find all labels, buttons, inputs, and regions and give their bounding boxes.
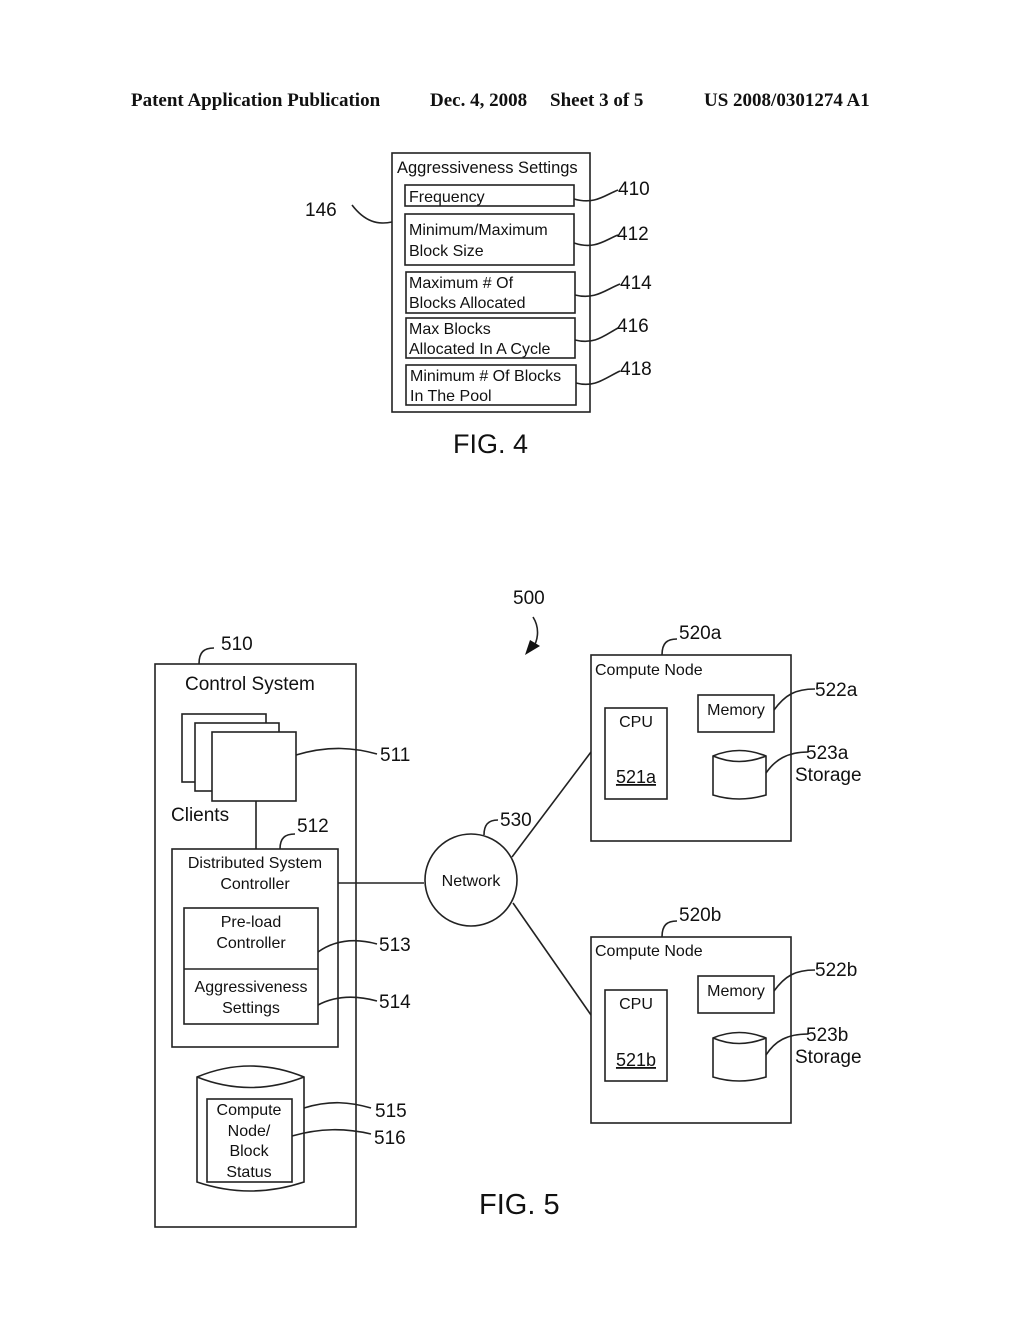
setting-min-blocks-pool-line2: In The Pool <box>410 388 492 405</box>
ref-512: 512 <box>297 816 329 837</box>
dsc-line1: Distributed System <box>188 855 322 872</box>
setting-frequency-label: Frequency <box>409 189 485 206</box>
ref-520b: 520b <box>679 905 721 926</box>
ref-522a: 522a <box>815 680 858 701</box>
fig5-caption: FIG. 5 <box>479 1189 560 1221</box>
status-line3: Block <box>229 1143 269 1160</box>
ref-418: 418 <box>620 359 652 380</box>
patent-drawing: Aggressiveness Settings 146 Frequency 41… <box>154 152 862 1228</box>
ref-520a: 520a <box>679 623 722 644</box>
network-link-node-a <box>511 751 592 858</box>
ref-523b: 523b <box>806 1025 848 1046</box>
compute-node-b-title: Compute Node <box>595 943 703 960</box>
ref-516: 516 <box>374 1128 406 1149</box>
setting-block-size-line2: Block Size <box>409 243 484 260</box>
network-label: Network <box>442 873 502 890</box>
leader-510 <box>198 647 215 665</box>
ref-511: 511 <box>380 745 410 766</box>
ref-500: 500 <box>513 588 545 609</box>
setting-block-size-line1: Minimum/Maximum <box>409 222 548 239</box>
ref-514: 514 <box>379 992 411 1013</box>
ref-523a: 523a <box>806 743 849 764</box>
compute-node-a-title: Compute Node <box>595 662 703 679</box>
setting-min-blocks-pool-line1: Minimum # Of Blocks <box>410 368 561 385</box>
fig4-caption: FIG. 4 <box>453 429 528 459</box>
ref-521a: 521a <box>616 767 657 787</box>
dsc-line2: Controller <box>220 876 290 893</box>
ref-146: 146 <box>305 200 337 221</box>
ref-412: 412 <box>617 224 649 245</box>
aggressiveness-settings-title: Aggressiveness Settings <box>397 159 578 177</box>
ref-513: 513 <box>379 935 411 956</box>
preload-line2: Controller <box>216 935 286 952</box>
client-card-3 <box>211 731 297 802</box>
status-line2: Node/ <box>228 1123 271 1140</box>
arrow-500-head <box>525 640 540 655</box>
leader-146 <box>351 204 393 224</box>
status-line4: Status <box>226 1164 271 1181</box>
fig5: 500 510 Control System 511 Clients 512 D… <box>154 588 862 1228</box>
control-system-title: Control System <box>185 674 315 695</box>
memory-b-label: Memory <box>707 983 765 1000</box>
status-line1: Compute <box>217 1102 282 1119</box>
storage-b-label: Storage <box>795 1047 862 1068</box>
leader-530 <box>483 819 499 836</box>
setting-max-blocks-cycle-line2: Allocated In A Cycle <box>409 341 551 358</box>
network-link-node-b <box>512 902 592 1016</box>
storage-b-icon <box>712 1031 767 1082</box>
aggressiveness-line2: Settings <box>222 1000 280 1017</box>
fig4: Aggressiveness Settings 146 Frequency 41… <box>305 152 652 459</box>
ref-410: 410 <box>618 179 650 200</box>
setting-max-blocks-line1: Maximum # Of <box>409 275 514 292</box>
memory-a-label: Memory <box>707 702 765 719</box>
compute-node-a: 520a Compute Node CPU 521a Memory 522a 5… <box>590 623 862 842</box>
ref-530: 530 <box>500 810 532 831</box>
storage-a-icon <box>712 749 767 800</box>
preload-line1: Pre-load <box>221 914 281 931</box>
setting-max-blocks-line2: Blocks Allocated <box>409 295 526 312</box>
compute-node-b: 520b Compute Node CPU 521b Memory 522b 5… <box>590 905 862 1124</box>
clients-label: Clients <box>171 805 229 826</box>
cpu-b-label: CPU <box>619 996 653 1013</box>
leader-520a <box>661 638 678 656</box>
ref-522b: 522b <box>815 960 857 981</box>
aggressiveness-line1: Aggressiveness <box>195 979 308 996</box>
ref-521b: 521b <box>616 1050 656 1070</box>
ref-416: 416 <box>617 316 649 337</box>
cpu-a-label: CPU <box>619 714 653 731</box>
ref-515: 515 <box>375 1101 407 1122</box>
ref-414: 414 <box>620 273 652 294</box>
leader-520b <box>661 920 678 938</box>
ref-510: 510 <box>221 634 253 655</box>
setting-max-blocks-cycle-line1: Max Blocks <box>409 321 491 338</box>
storage-a-label: Storage <box>795 765 862 786</box>
